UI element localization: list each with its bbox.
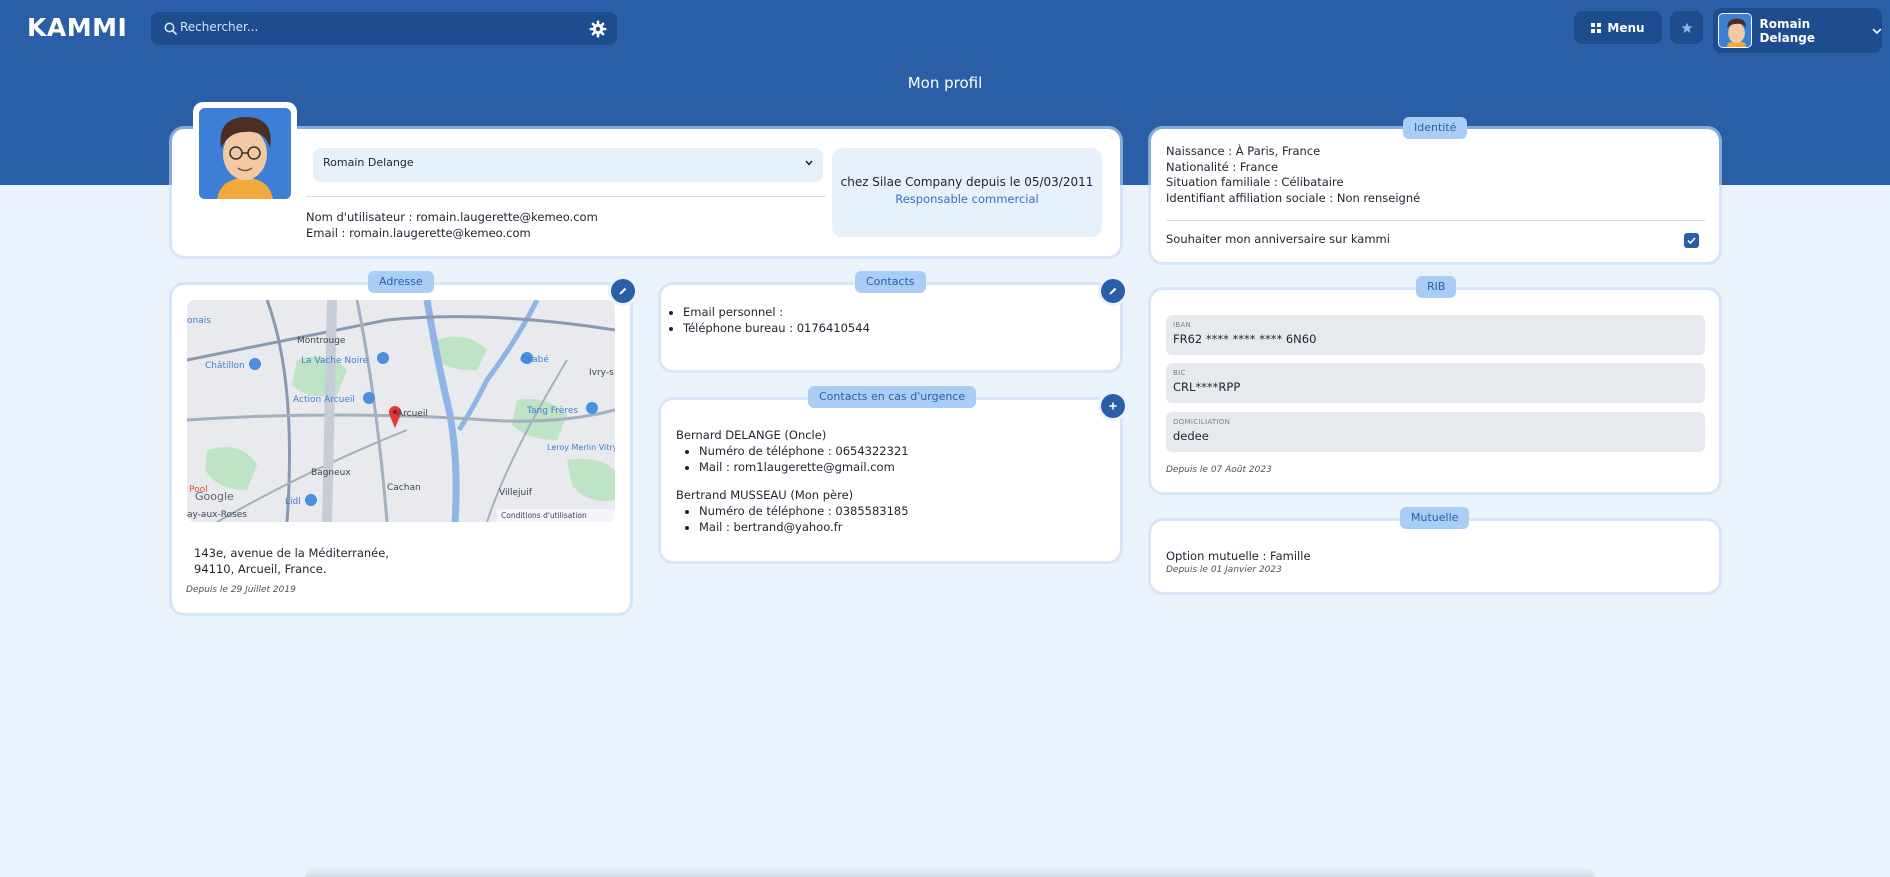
user-select-value: Romain Delange [323,156,414,169]
user-menu-button[interactable]: Romain Delange [1713,8,1882,53]
map-label: Bagneux [311,468,351,478]
map-terms-link[interactable]: Conditions d'utilisation [501,511,587,520]
birthday-checkbox[interactable] [1684,233,1699,248]
email-line: Email : romain.laugerette@kemeo.com [306,226,531,240]
emergency-contact-phone: Numéro de téléphone : 0654322321 [699,443,909,459]
company-line: chez Silae Company depuis le 05/03/2011 [840,175,1094,189]
bic-field: BIC CRL****RPP [1166,363,1705,403]
menu-label: Menu [1607,20,1645,35]
emergency-contact-details: Numéro de téléphone : 0654322321 Mail : … [699,443,909,475]
mutuelle-since: Depuis le 01 Janvier 2023 [1166,565,1282,575]
iban-field: IBAN FR62 **** **** **** 6N60 [1166,315,1705,355]
job-role: Responsable commercial [895,192,1039,206]
emergency-contact-mail: Mail : rom1laugerette@gmail.com [699,459,909,475]
iban-value: FR62 **** **** **** 6N60 [1173,332,1317,346]
emergency-contact-name: Bertrand MUSSEAU (Mon père) [676,488,854,502]
plus-icon [1109,402,1117,410]
contacts-title: Contacts [855,271,926,293]
search-icon [164,22,177,35]
map-label: ay-aux-Roses [187,510,247,520]
identity-title: Identité [1403,117,1468,139]
contact-item: Téléphone bureau : 0176410544 [683,320,870,336]
edit-address-button[interactable] [611,279,635,303]
search-bar[interactable]: Rechercher... [151,12,617,45]
add-emergency-contact-button[interactable] [1101,394,1125,418]
contacts-list: Email personnel : Téléphone bureau : 017… [683,304,870,336]
identity-family: Situation familiale : Célibataire [1166,175,1344,189]
birthday-label: Souhaiter mon anniversaire sur kammi [1166,232,1390,246]
map-label: Okabé [520,354,549,365]
identity-social-id: Identifiant affiliation sociale : Non re… [1166,191,1421,205]
bottom-edge [305,866,1595,877]
mutuelle-title: Mutuelle [1400,507,1470,529]
iban-label: IBAN [1173,321,1192,329]
map-label: Ivry-s [589,368,614,378]
address-since: Depuis le 29 Juillet 2019 [186,585,296,595]
rib-since: Depuis le 07 Août 2023 [1166,465,1272,475]
address-map[interactable]: Montrouge La Vache Noire Châtillon Actio… [187,300,615,522]
bic-value: CRL****RPP [1173,380,1241,394]
map-label: Villejuif [499,488,533,498]
domiciliation-label: DOMICILIATION [1173,418,1231,426]
map-label: Cachan [387,483,421,493]
avatar [1718,13,1753,48]
username-line: Nom d'utilisateur : romain.laugerette@ke… [306,210,598,224]
contact-item: Email personnel : [683,304,870,320]
emergency-contacts-title: Contacts en cas d'urgence [808,386,977,408]
emergency-contact-phone: Numéro de téléphone : 0385583185 [699,503,909,519]
map-label: Arcueil [397,409,428,419]
page-title: Mon profil [907,74,983,92]
identity-nationality: Nationalité : France [1166,160,1279,174]
favorites-button[interactable] [1670,11,1703,44]
map-label: La Vache Noire [301,356,369,366]
star-icon [1681,22,1692,33]
domiciliation-field: DOMICILIATION dedee [1166,412,1705,452]
emergency-contact-mail: Mail : bertrand@yahoo.fr [699,519,909,535]
map-image: Montrouge La Vache Noire Châtillon Actio… [187,300,615,522]
gear-icon[interactable] [589,20,607,38]
chevron-down-icon [805,160,813,166]
map-label: Leroy Merlin Vitry-sur-Seine [547,443,615,452]
bic-label: BIC [1173,369,1186,377]
rib-title: RIB [1416,276,1457,298]
company-box: chez Silae Company depuis le 05/03/2011 … [832,148,1102,237]
address-title: Adresse [368,271,434,293]
map-label: Châtillon [205,361,245,371]
emergency-contact-name: Bernard DELANGE (Oncle) [676,428,827,442]
map-label: Lidl [285,497,301,507]
check-icon [1687,237,1696,244]
profile-photo [193,102,297,205]
map-label: Action Arcueil [293,395,355,405]
google-logo: Google [195,490,234,503]
identity-birth: Naissance : À Paris, France [1166,144,1321,158]
profile-avatar [199,108,291,199]
search-input[interactable]: Rechercher... [180,20,258,34]
edit-contacts-button[interactable] [1101,279,1125,303]
pencil-icon [619,287,627,295]
user-name: Romain Delange [1759,16,1816,45]
address-line-1: 143e, avenue de la Méditerranée, [194,546,389,560]
pencil-icon [1109,287,1117,295]
kammi-logo[interactable]: KAMMI [27,13,127,42]
map-label: Tang Frères [526,405,578,416]
emergency-contacts-card [661,400,1120,561]
identity-divider [1166,220,1705,221]
domiciliation-value: dedee [1173,429,1209,443]
map-label: onais [187,316,211,326]
profile-divider [306,196,826,197]
emergency-contact-details: Numéro de téléphone : 0385583185 Mail : … [699,503,909,535]
mutuelle-option: Option mutuelle : Famille [1166,549,1311,563]
address-line-2: 94110, Arcueil, France. [194,562,327,576]
map-label: Montrouge [297,336,346,346]
chevron-down-icon [1872,27,1882,34]
user-select[interactable]: Romain Delange [313,148,823,182]
grid-icon [1591,22,1602,33]
menu-button[interactable]: Menu [1574,11,1662,44]
top-navigation: KAMMI Rechercher... Menu Romain Delange [0,0,1890,55]
